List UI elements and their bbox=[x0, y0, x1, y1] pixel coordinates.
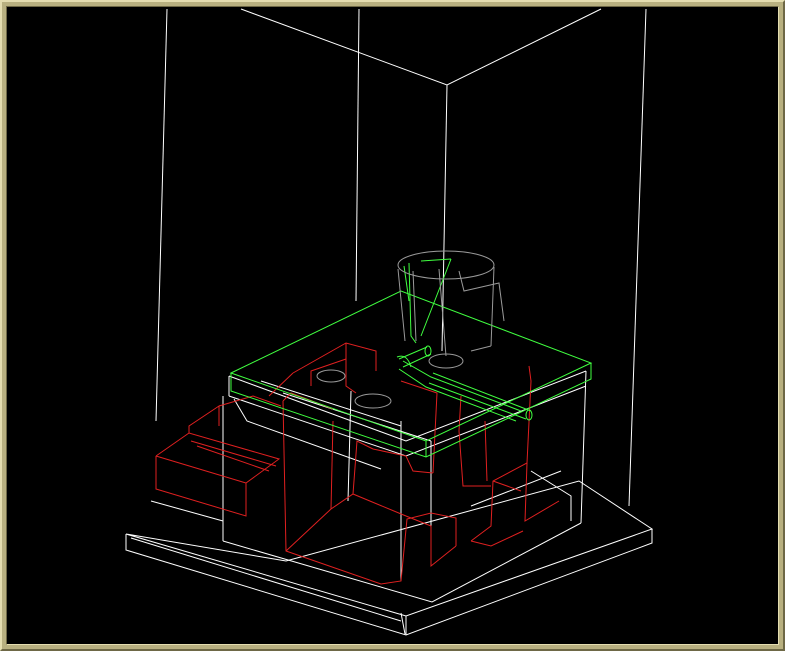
base-plate-top bbox=[125, 480, 654, 617]
cavity-edge bbox=[484, 420, 488, 482]
enclosure-edge bbox=[628, 8, 647, 507]
enclosure-wireframe bbox=[125, 8, 654, 636]
cavity-edge bbox=[196, 445, 270, 472]
mold-body-edge bbox=[470, 470, 562, 507]
mold-body-edge bbox=[228, 370, 587, 442]
bushing-top bbox=[397, 250, 495, 280]
sprue-line bbox=[420, 258, 452, 262]
cavity-edge bbox=[372, 448, 434, 474]
mold-body-edge bbox=[580, 370, 587, 524]
mold-body-edge bbox=[347, 390, 352, 502]
runner-end bbox=[424, 345, 432, 357]
sprue-line bbox=[403, 265, 410, 302]
3d-viewport[interactable] bbox=[6, 6, 779, 645]
bushing-edge bbox=[458, 270, 505, 322]
enclosure-edge bbox=[155, 8, 168, 422]
cavity-edge bbox=[285, 493, 407, 552]
cavity-edge bbox=[492, 480, 522, 492]
cavity-edge bbox=[524, 462, 560, 522]
sprue-line bbox=[420, 258, 452, 337]
cavity-edge bbox=[400, 380, 438, 474]
cavity-wireframe bbox=[155, 342, 560, 585]
gate-hole bbox=[316, 369, 346, 383]
mold-body-edge bbox=[150, 500, 224, 522]
mold-body-edge bbox=[260, 380, 402, 427]
runner-line bbox=[398, 368, 517, 422]
runner-line bbox=[398, 346, 428, 360]
bushing-edge bbox=[470, 345, 492, 352]
runner-line bbox=[432, 372, 532, 412]
enclosure-edge bbox=[400, 612, 406, 635]
feed-system-wireframe bbox=[229, 258, 593, 458]
wireframe-canvas[interactable] bbox=[7, 7, 778, 644]
cavity-edge bbox=[155, 455, 247, 517]
cavity-edge bbox=[470, 365, 532, 542]
enclosure-edge bbox=[240, 8, 602, 86]
base-plate-edge bbox=[125, 529, 653, 636]
cavity-edge bbox=[330, 420, 334, 510]
cavity-edge bbox=[292, 342, 377, 374]
bushing-base bbox=[428, 353, 464, 369]
bushing-edge bbox=[412, 270, 417, 342]
bushing-edge bbox=[490, 266, 495, 347]
cavity-edge bbox=[352, 440, 374, 495]
cavity-edge bbox=[470, 530, 524, 547]
viewport-frame bbox=[0, 0, 785, 651]
cavity-edge bbox=[190, 440, 277, 467]
cavity-edge bbox=[188, 405, 220, 433]
gate-hole bbox=[354, 393, 392, 409]
cavity-edge bbox=[282, 400, 457, 585]
cavity-edge bbox=[345, 343, 357, 394]
bushing-edge bbox=[397, 268, 406, 342]
cavity-edge bbox=[155, 432, 281, 484]
mold-body-edge bbox=[228, 385, 587, 457]
base-plate-edge bbox=[130, 537, 402, 622]
